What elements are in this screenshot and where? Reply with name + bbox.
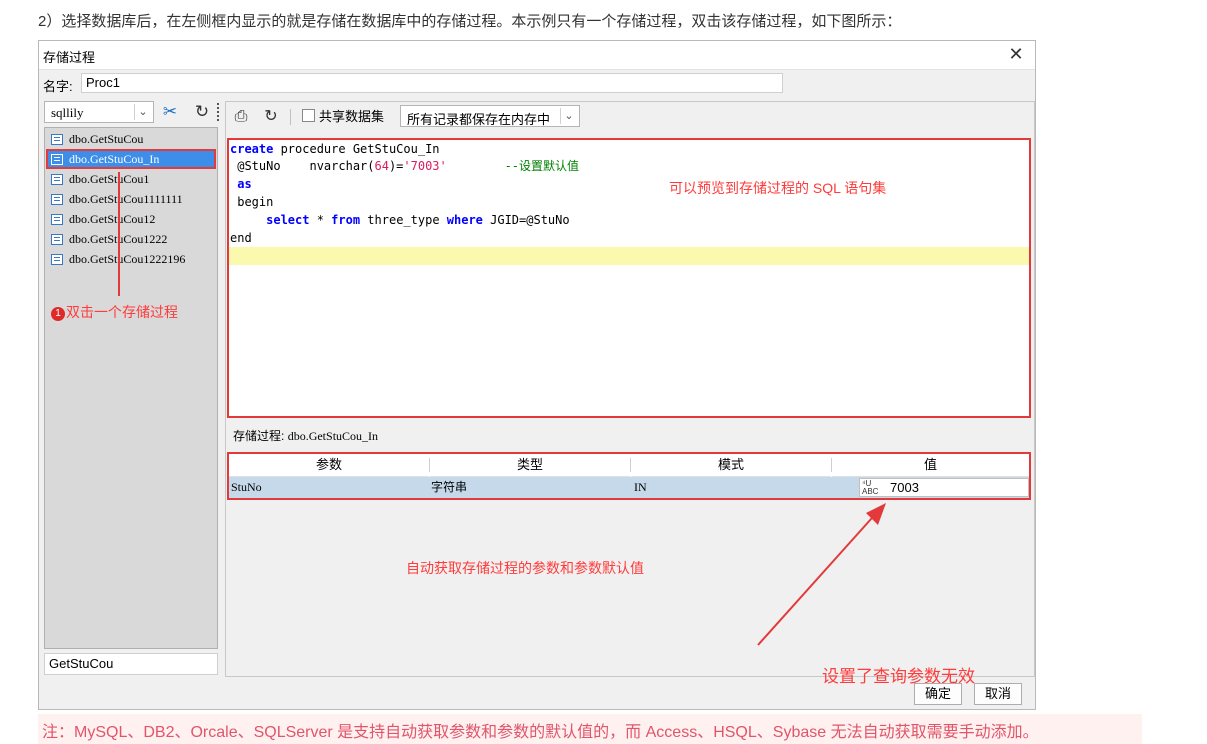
column-header-mode[interactable]: 模式 xyxy=(631,454,831,477)
cancel-button[interactable]: 取消 xyxy=(974,683,1022,705)
chevron-down-icon[interactable]: ⌄ xyxy=(560,108,577,124)
code-text: procedure GetStuCou_In xyxy=(273,142,440,156)
list-item-label: dbo.GetStuCou_In xyxy=(69,152,160,166)
procedure-list: dbo.GetStuCou dbo.GetStuCou_In dbo.GetSt… xyxy=(44,127,218,649)
annotation-arrow-line xyxy=(118,172,120,296)
code-keyword: select xyxy=(266,213,310,227)
code-line: @StuNo nvarchar(64)='7003' --设置默认值 xyxy=(230,157,579,175)
step-badge: 1 xyxy=(51,307,65,321)
code-text: three_type xyxy=(360,213,447,227)
table-row[interactable]: StuNo 字符串 IN ⁴U ABC 7003 xyxy=(229,477,1029,498)
procedure-icon xyxy=(51,214,63,225)
code-keyword: where xyxy=(446,213,483,227)
intro-text: 2）选择数据库后，在左侧框内显示的就是存储在数据库中的存储过程。本示例只有一个存… xyxy=(38,13,902,30)
procedure-search-input[interactable]: GetStuCou xyxy=(44,653,218,675)
code-text: end xyxy=(230,231,252,245)
code-text: * xyxy=(309,213,332,227)
code-line: select * from three_type where JGID=@Stu… xyxy=(230,211,570,229)
code-line: create procedure GetStuCou_In xyxy=(230,140,440,158)
code-text: @StuNo nvarchar( xyxy=(230,159,375,173)
cache-mode-select[interactable]: 所有记录都保存在内存中 ⌄ xyxy=(400,105,580,127)
selected-procedure-caption: 存储过程: xyxy=(233,429,285,443)
dialog-titlebar: 存储过程 ✕ xyxy=(39,41,1035,70)
code-comment: --设置默认值 xyxy=(504,159,580,173)
preview-icon[interactable]: ⎙ xyxy=(230,106,252,128)
dialog-title: 存储过程 xyxy=(43,50,96,65)
current-line-highlight xyxy=(229,247,1029,265)
procedure-icon xyxy=(51,254,63,265)
procedure-icon xyxy=(51,194,63,205)
cache-mode-value: 所有记录都保存在内存中 xyxy=(407,112,551,127)
toolbar-divider xyxy=(290,109,291,125)
param-type-cell[interactable]: 字符串 xyxy=(431,477,467,498)
column-header-type[interactable]: 类型 xyxy=(430,454,630,477)
param-name-cell[interactable]: StuNo xyxy=(231,477,262,498)
code-keyword: create xyxy=(230,142,274,156)
splitter-handle[interactable] xyxy=(217,103,223,121)
code-text: JGID=@StuNo xyxy=(482,213,570,227)
ok-button[interactable]: 确定 xyxy=(914,683,962,705)
abc-type-icon[interactable]: ⁴U ABC xyxy=(862,480,878,496)
preview-panel: ⎙ ↻ 共享数据集 所有记录都保存在内存中 ⌄ create procedure… xyxy=(225,101,1035,686)
code-string: '7003' xyxy=(403,159,447,173)
list-item[interactable]: dbo.GetStuCou1222196 xyxy=(47,250,215,268)
param-value: 7003 xyxy=(890,480,919,495)
footnote: 注：MySQL、DB2、Orcale、SQLServer 是支持自动获取参数和参… xyxy=(38,714,1142,744)
code-keyword: from xyxy=(331,213,361,227)
code-line: as xyxy=(230,175,252,193)
list-item[interactable]: dbo.GetStuCou1111111 xyxy=(47,190,215,208)
database-select[interactable]: sqllily ⌄ xyxy=(44,101,154,123)
list-item-label: dbo.GetStuCou xyxy=(69,132,144,146)
name-label: 名字: xyxy=(43,79,73,94)
tools-icon[interactable]: ✂ xyxy=(159,101,181,123)
share-dataset-checkbox[interactable]: 共享数据集 xyxy=(302,106,384,128)
database-select-value: sqllily xyxy=(51,105,84,120)
sql-preview-editor[interactable]: create procedure GetStuCou_In @StuNo nva… xyxy=(227,138,1031,418)
list-item[interactable]: dbo.GetStuCou xyxy=(47,130,215,148)
parameter-table: 参数 类型 模式 值 StuNo 字符串 IN ⁴U ABC 7003 xyxy=(227,452,1031,500)
list-item-selected[interactable]: dbo.GetStuCou_In xyxy=(46,149,216,169)
code-number: 64 xyxy=(374,159,389,173)
code-line: end xyxy=(230,229,252,247)
procedure-icon xyxy=(51,174,63,185)
procedure-icon xyxy=(51,234,63,245)
chevron-down-icon[interactable]: ⌄ xyxy=(134,104,151,120)
selected-procedure-label: 存储过程: dbo.GetStuCou_In xyxy=(233,427,378,444)
code-text: begin xyxy=(230,195,274,209)
list-item-label: dbo.GetStuCou1111111 xyxy=(69,192,183,206)
procedure-icon xyxy=(51,134,63,145)
list-item-label: dbo.GetStuCou12 xyxy=(69,212,156,226)
code-keyword: as xyxy=(230,177,252,191)
refresh-icon[interactable]: ↻ xyxy=(191,101,213,123)
list-item[interactable]: dbo.GetStuCou1 xyxy=(47,170,215,188)
step-annotation: 1 双击一个存储过程 xyxy=(51,302,178,322)
step-annotation-text: 双击一个存储过程 xyxy=(66,304,178,320)
close-icon[interactable]: ✕ xyxy=(1005,43,1027,65)
refresh-icon[interactable]: ↻ xyxy=(260,106,282,128)
column-header-value[interactable]: 值 xyxy=(832,454,1029,477)
list-item[interactable]: dbo.GetStuCou1222 xyxy=(47,230,215,248)
checkbox-box xyxy=(302,109,315,122)
auto-annotation: 自动获取存储过程的参数和参数默认值 xyxy=(406,560,644,576)
list-item-label: dbo.GetStuCou1 xyxy=(69,172,150,186)
preview-annotation: 可以预览到存储过程的 SQL 语句集 xyxy=(669,180,887,196)
name-input[interactable]: Proc1 xyxy=(81,73,783,93)
selected-procedure-value: dbo.GetStuCou_In xyxy=(287,429,379,443)
share-dataset-label: 共享数据集 xyxy=(319,109,385,124)
list-item[interactable]: dbo.GetStuCou12 xyxy=(47,210,215,228)
list-item-label: dbo.GetStuCou1222196 xyxy=(69,252,186,266)
arrow-line xyxy=(757,508,881,646)
column-header-param[interactable]: 参数 xyxy=(229,454,429,477)
code-text: )= xyxy=(388,159,404,173)
param-mode-cell[interactable]: IN xyxy=(634,477,647,498)
code-line: begin xyxy=(230,193,273,211)
annotation-arrow xyxy=(757,503,886,646)
procedure-icon xyxy=(51,154,63,165)
